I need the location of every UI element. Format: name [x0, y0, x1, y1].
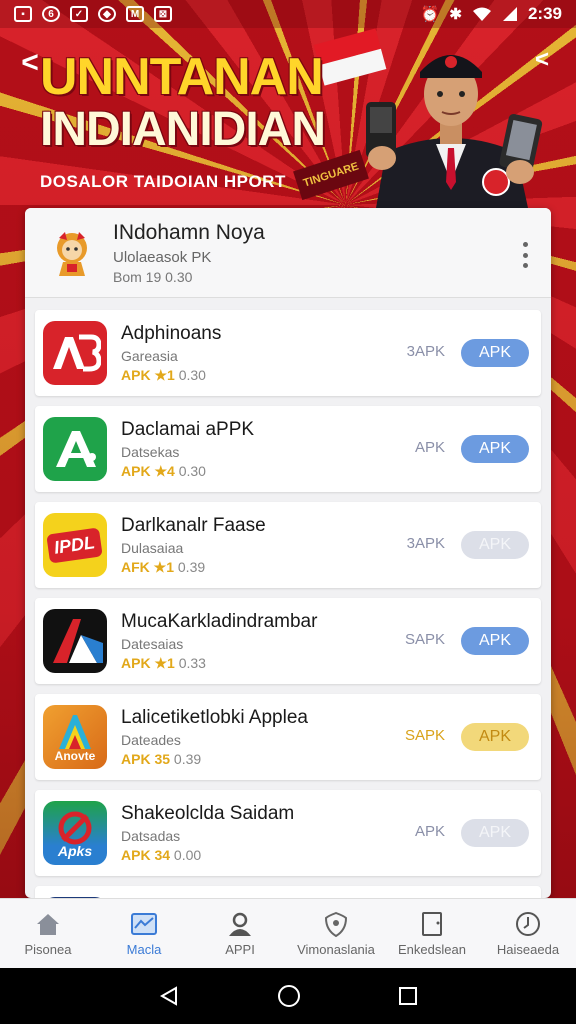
clock-icon — [516, 912, 540, 936]
app-meta: APK ★1 0.30 — [121, 366, 206, 383]
apk-download-button[interactable]: APK — [461, 435, 529, 463]
profile-icon — [229, 912, 251, 936]
app-meta: APK 34 0.00 — [121, 847, 202, 863]
hero-title-line2: INDIANIDIAN — [40, 102, 326, 156]
apk-label: APK — [414, 439, 445, 456]
app-icon-a-green — [43, 417, 107, 481]
apk-label: SAPK — [404, 631, 445, 648]
list-item[interactable]: Apks Shakeolclda Saidam Datsadas APK 34 … — [35, 790, 541, 876]
app-icon-ab — [43, 321, 107, 385]
nav-item-app[interactable]: APPI — [192, 899, 288, 968]
app-icon-caption: Apks — [57, 843, 93, 859]
recents-square-icon[interactable] — [398, 986, 418, 1006]
app-list-card: INdohamn Noya Ulolaeasok PK Bom 19 0.30 … — [25, 208, 551, 898]
publisher-title: INdohamn Noya — [113, 220, 265, 244]
nav-item-clock[interactable]: Haiseaeda — [480, 899, 576, 968]
apk-download-button[interactable]: APK — [461, 627, 529, 655]
nav-item-home[interactable]: Pisonea — [0, 899, 96, 968]
app-icon-apks: Apks — [43, 801, 107, 865]
app-list: Adphinoans Gareasia APK ★1 0.30 3APK APK… — [25, 298, 551, 898]
tablet-icon — [422, 912, 442, 936]
nav-item-media[interactable]: Macla — [96, 899, 192, 968]
home-icon — [37, 914, 59, 935]
more-options-icon[interactable] — [521, 242, 529, 268]
bluetooth-icon: ✱ — [449, 6, 462, 23]
apk-label: SAPK — [404, 727, 445, 744]
list-item-partial[interactable] — [35, 886, 541, 898]
hero-title: UNNTANAN INDIANIDIAN — [40, 50, 330, 155]
status-time: 2:39 — [527, 4, 562, 23]
mail-icon: ✓ — [70, 6, 88, 22]
whatsapp-icon: 6 — [42, 6, 60, 22]
bottom-navigation: Pisonea Macla APPI Vimonaslania Enkedsle… — [0, 898, 576, 968]
publisher-meta: Bom 19 0.30 — [113, 268, 193, 285]
list-item[interactable]: IPDL Darlkanalr Faase Dulasaiaa AFK ★1 0… — [35, 502, 541, 588]
app-meta: AFK ★1 0.39 — [121, 558, 206, 575]
back-triangle-icon[interactable] — [158, 985, 180, 1007]
nav-label: APPI — [225, 942, 255, 957]
system-navigation-bar — [0, 968, 576, 1024]
share-button[interactable]: < — [530, 46, 554, 76]
app-icon-caption: Anovte — [54, 749, 96, 763]
hero-banner: < UNNTANAN INDIANIDIAN DOSALOR TAIDOIAN … — [0, 28, 576, 210]
list-item[interactable]: Adphinoans Gareasia APK ★1 0.30 3APK APK — [35, 310, 541, 396]
app-meta: APK ★1 0.33 — [121, 654, 206, 671]
svg-text:+: + — [87, 651, 93, 662]
app-icon-anovte: Anovte — [43, 705, 107, 769]
vpn-icon: ◆ — [98, 6, 116, 22]
apk-download-button[interactable]: APK — [461, 339, 529, 367]
list-item[interactable]: Daclamai aPPK Datsekas APK ★4 0.30 APK A… — [35, 406, 541, 492]
status-bar: ▪ 6 ✓ ◆ M ⊠ ⏰ ✱ 2:39 — [0, 0, 576, 28]
hero-subtitle: DOSALOR TAIDOIAN HPORT — [40, 172, 286, 191]
app-icon-a-dark: + — [43, 609, 107, 673]
app-meta: APK ★4 0.30 — [121, 462, 206, 479]
publisher-header: INdohamn Noya Ulolaeasok PK Bom 19 0.30 — [25, 208, 551, 298]
list-item[interactable]: + MucaKarkladindrambar Datesaias APK ★1 … — [35, 598, 541, 684]
person-illustration — [366, 55, 543, 208]
nav-item-shield[interactable]: Vimonaslania — [288, 899, 384, 968]
apk-label: APK — [414, 823, 445, 840]
app-icon-ipdl: IPDL — [43, 513, 107, 577]
apk-download-button[interactable]: APK — [461, 723, 529, 751]
app-meta: APK 35 0.39 — [121, 751, 202, 767]
signal-icon — [502, 7, 517, 21]
apk-label: 3APK — [406, 343, 445, 360]
nav-label: Vimonaslania — [297, 942, 375, 957]
apk-download-button[interactable]: APK — [461, 819, 529, 847]
chart-icon — [131, 913, 157, 935]
shield-icon — [324, 911, 348, 938]
nav-label: Macla — [126, 942, 162, 957]
wifi-icon — [472, 7, 491, 21]
hero-title-line1: UNNTANAN — [40, 48, 324, 106]
apk-label: 3APK — [406, 535, 445, 552]
home-circle-icon[interactable] — [277, 984, 301, 1008]
publisher-subtitle: Ulolaeasok PK — [113, 248, 212, 266]
nav-item-tablet[interactable]: Enkedslean — [384, 899, 480, 968]
alarm-icon: ⏰ — [420, 6, 440, 23]
nav-label: Enkedslean — [398, 942, 466, 957]
nav-label: Pisonea — [24, 942, 72, 957]
image-icon: ▪ — [14, 6, 32, 22]
mascot-icon — [57, 231, 87, 276]
apk-download-button[interactable]: APK — [461, 531, 529, 559]
nav-label: Haiseaeda — [496, 942, 560, 957]
gallery-icon: ⊠ — [154, 6, 172, 22]
news-icon: M — [126, 6, 144, 22]
list-item[interactable]: Anovte Lalicetiketlobki Applea Dateades … — [35, 694, 541, 780]
